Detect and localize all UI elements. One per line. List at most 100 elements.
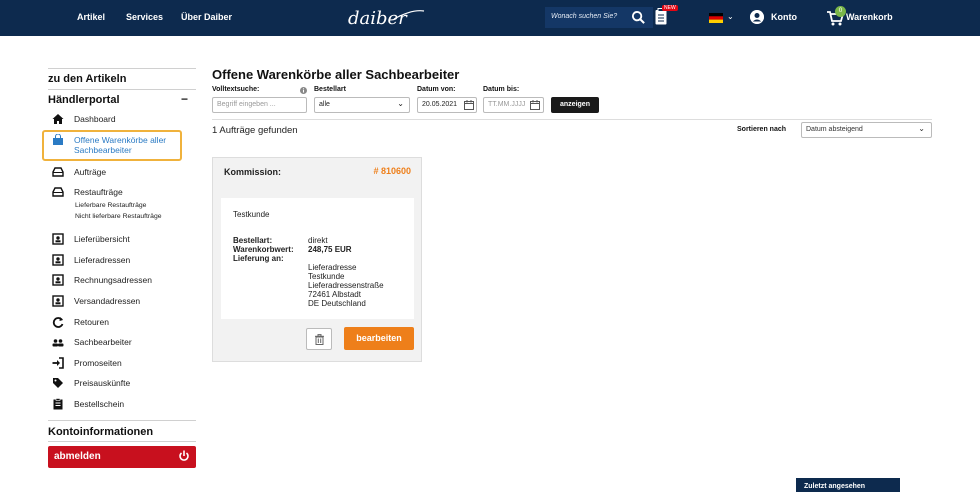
sidebar-item-label: Promoseiten (74, 358, 122, 368)
calendar-icon[interactable] (530, 100, 540, 110)
order-type-value: alle (319, 101, 330, 108)
order-type-value: direkt (308, 236, 328, 245)
order-card: Kommission: # 810600 Testkunde Bestellar… (212, 157, 422, 362)
chevron-down-icon: ⌄ (918, 124, 925, 133)
chevron-down-icon: ⌄ (397, 99, 404, 108)
info-icon[interactable] (300, 87, 307, 94)
sidebar-item-auftraege[interactable]: Aufträge (52, 166, 192, 180)
sidebar-item-preisauskuenfte[interactable]: Preisauskünfte (52, 377, 192, 391)
sidebar-item-label: Preisauskünfte (74, 378, 131, 388)
contact-card-icon (52, 274, 64, 286)
divider (48, 420, 196, 421)
recently-viewed-button[interactable]: Zuletzt angesehen (796, 478, 900, 492)
users-icon (52, 339, 64, 347)
date-from-label: Datum von: (417, 86, 456, 93)
active-item-highlight (42, 130, 182, 161)
date-from-value: 20.05.2021 (422, 101, 458, 108)
sidebar-item-lieferuebersicht[interactable]: Lieferübersicht (52, 233, 192, 247)
commission-label: Kommission: (224, 167, 282, 177)
sort-value: Datum absteigend (806, 126, 863, 133)
nav-artikel[interactable]: Artikel (77, 12, 105, 22)
sidebar-subitem-lieferbar[interactable]: Lieferbare Restaufträge (75, 202, 146, 209)
sidebar-item-label: Lieferübersicht (74, 234, 130, 244)
divider (48, 89, 196, 90)
power-icon (179, 450, 189, 461)
sidebar-item-lieferadressen[interactable]: Lieferadressen (52, 254, 192, 268)
new-badge: NEW (662, 5, 678, 11)
edit-button[interactable]: bearbeiten (344, 327, 414, 350)
return-arrow-icon (52, 317, 64, 328)
fulltext-search-input[interactable]: Begriff eingeben ... (212, 97, 307, 113)
sidebar-item-retouren[interactable]: Retouren (52, 316, 192, 330)
sidebar-item-label: Restaufträge (74, 187, 123, 197)
sidebar-item-label: Lieferadressen (74, 255, 131, 265)
order-type-select[interactable]: alle ⌄ (314, 97, 410, 113)
address-line: Lieferadresse (308, 263, 357, 272)
sidebar-item-label: Aufträge (74, 167, 107, 177)
order-number[interactable]: # 810600 (373, 166, 411, 176)
sidebar-item-sachbearbeiter[interactable]: Sachbearbeiter (52, 336, 192, 350)
sidebar-item-rechnungsadressen[interactable]: Rechnungsadressen (52, 274, 192, 288)
top-navigation-bar: Artikel Services Über Daiber daiber Wona… (0, 0, 980, 36)
order-details: Testkunde Bestellart: direkt Warenkorbwe… (221, 198, 414, 319)
haendlerportal-heading[interactable]: Händlerportal (48, 94, 196, 106)
daiber-logo[interactable]: daiber (346, 5, 426, 31)
search-icon[interactable] (631, 10, 646, 25)
divider (212, 119, 932, 120)
home-icon (52, 114, 64, 124)
sidebar-item-restauftraege[interactable]: Restaufträge (52, 186, 192, 200)
sidebar-item-label: Bestellschein (74, 399, 125, 409)
sidebar-item-dashboard[interactable]: Dashboard (52, 113, 192, 127)
sort-select[interactable]: Datum absteigend ⌄ (801, 122, 932, 138)
show-button[interactable]: anzeigen (551, 97, 599, 113)
order-type-label: Bestellart: (233, 236, 273, 245)
customer-name: Testkunde (233, 210, 270, 219)
delivery-label: Lieferung an: (233, 254, 284, 263)
sidebar-subitem-nicht-lieferbar[interactable]: Nicht lieferbare Restaufträge (75, 213, 162, 220)
logout-button[interactable]: abmelden (48, 446, 196, 468)
user-icon[interactable] (750, 10, 764, 24)
collapse-icon[interactable]: − (181, 92, 188, 106)
delete-button[interactable] (306, 328, 332, 350)
cart-count-badge: 0 (835, 6, 846, 17)
contact-card-icon (52, 295, 64, 307)
date-to-label: Datum bis: (483, 86, 520, 93)
clipboard-icon (53, 398, 63, 410)
address-line: Lieferadressenstraße (308, 281, 384, 290)
date-to-placeholder: TT.MM.JJJJ (488, 101, 526, 108)
cart-value: 248,75 EUR (308, 245, 352, 254)
search-box[interactable]: Wonach suchen Sie? (545, 7, 653, 28)
contact-card-icon (52, 254, 64, 266)
logout-label: abmelden (54, 451, 101, 462)
sort-label: Sortieren nach (737, 126, 787, 133)
tag-icon (53, 378, 63, 388)
sign-in-icon (52, 357, 64, 369)
search-label: Volltextsuche: (212, 86, 260, 93)
cart-value-label: Warenkorbwert: (233, 245, 294, 254)
account-link[interactable]: Konto (771, 12, 797, 22)
sidebar-item-versandadressen[interactable]: Versandadressen (52, 295, 192, 309)
address-line: 72461 Albstadt (308, 290, 361, 299)
account-info-link[interactable]: Kontoinformationen (48, 426, 196, 438)
result-count: 1 Aufträge gefunden (212, 125, 298, 136)
divider (48, 68, 196, 69)
back-to-articles-link[interactable]: zu den Artikeln (48, 73, 196, 85)
german-flag-icon[interactable] (709, 13, 723, 23)
chevron-down-icon[interactable]: ⌄ (727, 12, 734, 21)
nav-services[interactable]: Services (126, 12, 163, 22)
sidebar-item-label: Rechnungsadressen (74, 275, 152, 285)
page-title: Offene Warenkörbe aller Sachbearbeiter (212, 67, 460, 82)
svg-text:daiber: daiber (348, 8, 408, 29)
search-input[interactable]: Wonach suchen Sie? (551, 13, 617, 20)
nav-ueber-daiber[interactable]: Über Daiber (181, 12, 232, 22)
address-line: DE Deutschland (308, 299, 366, 308)
sidebar-item-bestellschein[interactable]: Bestellschein (52, 398, 192, 412)
address-line: Testkunde (308, 272, 345, 281)
sidebar-item-label: Versandadressen (74, 296, 141, 306)
inbox-icon (52, 167, 64, 177)
sidebar-item-promoseiten[interactable]: Promoseiten (52, 357, 192, 371)
cart-link[interactable]: Warenkorb (846, 12, 893, 22)
order-type-label: Bestellart (314, 86, 346, 93)
calendar-icon[interactable] (464, 100, 474, 110)
trash-icon (315, 334, 324, 345)
